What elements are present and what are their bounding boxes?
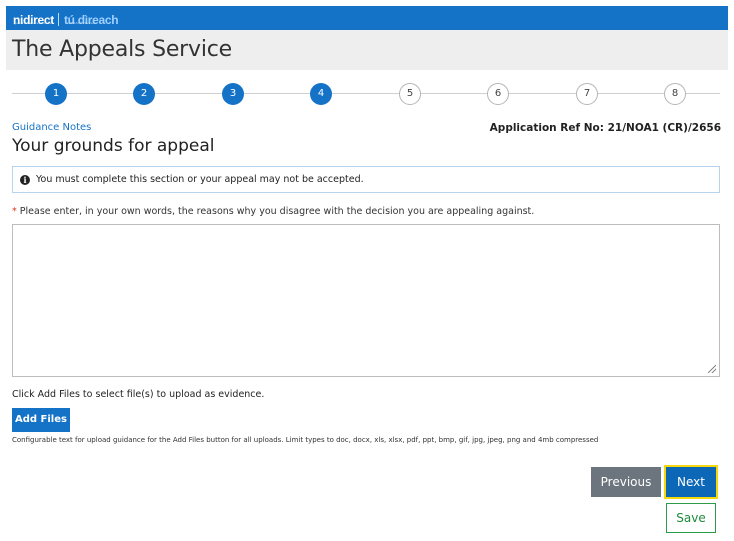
save-button[interactable]: Save — [666, 503, 716, 533]
service-header: The Appeals Service — [6, 30, 728, 70]
step-6: 6 — [487, 83, 509, 105]
previous-button[interactable]: Previous — [591, 467, 661, 497]
top-banner: nidirect tú dìreach government services s… — [6, 6, 728, 30]
progress-stepper: 1 2 3 4 5 6 7 8 — [12, 80, 720, 106]
upload-instruction: Click Add Files to select file(s) to upl… — [12, 389, 265, 400]
step-8: 8 — [664, 83, 686, 105]
page-title: Your grounds for appeal — [12, 136, 215, 156]
alert-message: You must complete this section or your a… — [36, 174, 364, 185]
nidirect-logo[interactable]: nidirect tú dìreach government services s… — [13, 9, 119, 27]
logo-left-subtitle: government services — [14, 21, 52, 25]
reasons-prompt-text: Please enter, in your own words, the rea… — [19, 206, 535, 217]
next-button[interactable]: Next — [664, 465, 718, 499]
step-4: 4 — [310, 83, 332, 105]
service-title: The Appeals Service — [12, 37, 232, 62]
resize-handle-icon[interactable] — [708, 365, 716, 373]
reasons-textarea[interactable] — [12, 224, 720, 377]
step-2: 2 — [133, 83, 155, 105]
add-files-button[interactable]: Add Files — [12, 408, 70, 432]
application-ref: Application Ref No: 21/NOA1 (CR)/2656 — [489, 122, 721, 134]
step-7: 7 — [576, 83, 598, 105]
required-marker: * — [12, 206, 17, 217]
logo-divider — [57, 13, 59, 26]
logo-right-subtitle: seirbhísí rialtais — [67, 21, 97, 25]
info-circle-icon: i — [20, 175, 30, 185]
stepper-line — [12, 93, 720, 94]
guidance-notes-link[interactable]: Guidance Notes — [12, 122, 91, 133]
reasons-prompt: * Please enter, in your own words, the r… — [12, 206, 534, 217]
step-5: 5 — [399, 83, 421, 105]
step-3: 3 — [222, 83, 244, 105]
upload-guidance-text: Configurable text for upload guidance fo… — [12, 436, 599, 444]
info-alert: i You must complete this section or your… — [12, 166, 720, 193]
step-1: 1 — [45, 83, 67, 105]
